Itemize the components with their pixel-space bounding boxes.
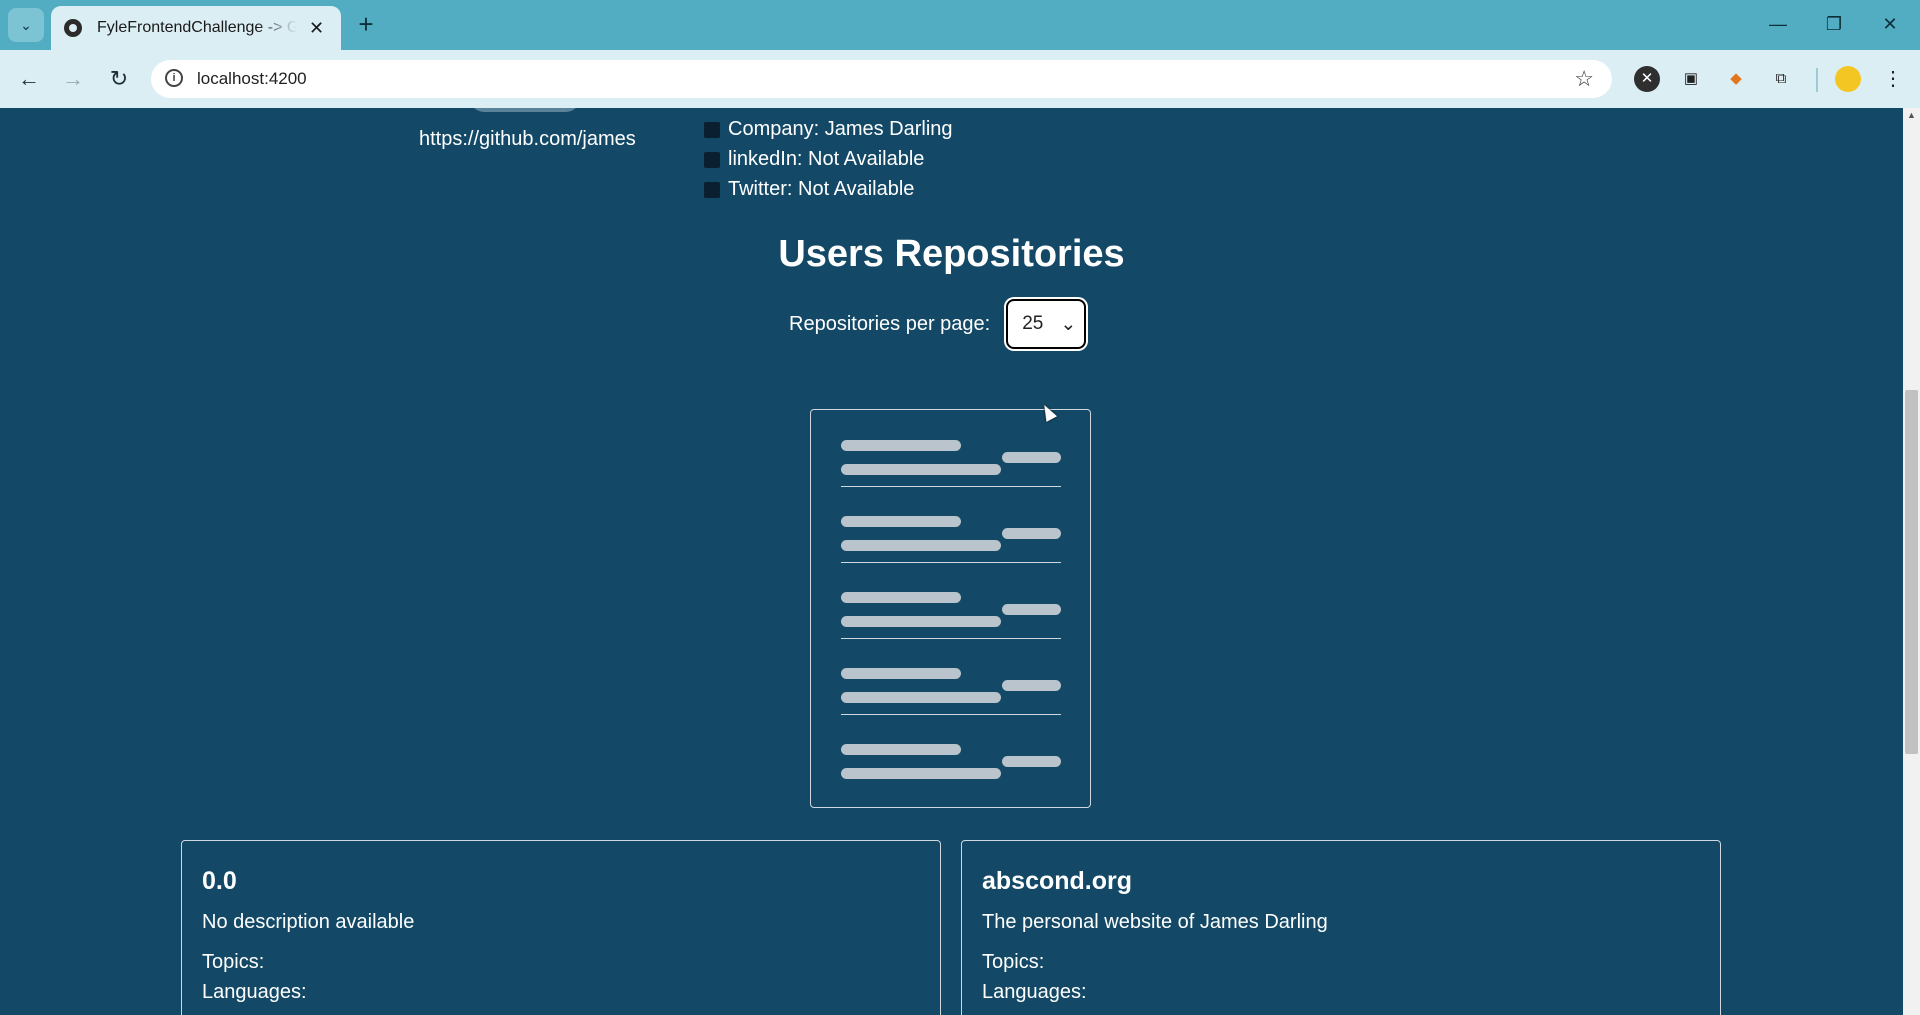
chevron-down-icon: ⌄	[20, 16, 32, 33]
repo-name[interactable]: 0.0	[202, 867, 237, 896]
repo-languages-label: Languages:	[202, 981, 307, 1003]
github-favicon-icon	[64, 19, 82, 37]
site-info-icon[interactable]: i	[165, 69, 183, 87]
per-page-label: Repositories per page:	[789, 312, 991, 335]
repo-description: No description available	[202, 911, 415, 933]
company-line: Company: James Darling	[704, 118, 953, 141]
skeleton-row	[841, 410, 1061, 487]
browser-titlebar: ⌄ FyleFrontendChallenge -> Github ✕ + — …	[0, 0, 1920, 50]
skeleton-row	[841, 486, 1061, 563]
repo-card[interactable]: abscond.org The personal website of Jame…	[961, 840, 1721, 1015]
reload-icon[interactable]: ↻	[104, 64, 134, 94]
browser-menu-icon[interactable]: ⋮	[1880, 66, 1906, 92]
skeleton-row	[841, 714, 1061, 790]
repo-description: The personal website of James Darling	[982, 911, 1328, 933]
skeleton-row	[841, 638, 1061, 715]
page-content: https://github.com/james Company: James …	[0, 108, 1903, 1015]
per-page-select[interactable]: 25 ⌄	[1006, 299, 1087, 349]
building-icon	[704, 121, 720, 138]
linkedin-text: linkedIn: Not Available	[728, 148, 925, 170]
repo-topics-label: Topics:	[202, 951, 265, 973]
skeleton-row	[841, 562, 1061, 639]
new-tab-button[interactable]: +	[352, 10, 380, 38]
tab-title: FyleFrontendChallenge -> Github	[97, 19, 297, 36]
repositories-heading: Users Repositories	[778, 233, 1125, 275]
twitter-line: Twitter: Not Available	[704, 178, 914, 201]
twitter-icon	[704, 181, 720, 198]
profile-github-url[interactable]: https://github.com/james	[419, 128, 636, 151]
metamask-fox-icon[interactable]: ◆	[1723, 66, 1749, 92]
address-bar-url[interactable]: localhost:4200	[197, 69, 307, 89]
toolbar-divider	[1816, 68, 1818, 92]
company-text: Company: James Darling	[728, 118, 953, 140]
repo-name[interactable]: abscond.org	[982, 867, 1132, 896]
repo-topics-label: Topics:	[982, 951, 1045, 973]
linkedin-line: linkedIn: Not Available	[704, 148, 924, 171]
minimize-button[interactable]: —	[1758, 10, 1798, 38]
chevron-down-icon: ⌄	[1060, 313, 1077, 335]
browser-tab-active[interactable]: FyleFrontendChallenge -> Github ✕	[51, 6, 341, 50]
per-page-value: 25	[1022, 313, 1044, 334]
avatar	[470, 108, 580, 112]
linkedin-icon	[704, 151, 720, 168]
per-page-control: Repositories per page: 25 ⌄	[789, 299, 1087, 349]
loading-skeleton	[810, 409, 1091, 808]
profile-avatar-icon[interactable]	[1835, 66, 1861, 92]
twitter-text: Twitter: Not Available	[728, 178, 915, 200]
scroll-up-arrow-icon[interactable]: ▲	[1905, 110, 1918, 124]
bookmark-star-icon[interactable]: ☆	[1574, 66, 1594, 92]
window-close-button[interactable]: ✕	[1870, 10, 1910, 38]
tab-close-icon[interactable]: ✕	[309, 18, 324, 39]
repo-card[interactable]: 0.0 No description available Topics: Lan…	[181, 840, 941, 1015]
x-extension-icon[interactable]: ✕	[1634, 66, 1660, 92]
address-bar[interactable]: i localhost:4200 ☆	[151, 60, 1612, 98]
restore-button[interactable]: ❐	[1814, 10, 1854, 38]
picture-in-picture-icon[interactable]: ▣	[1678, 66, 1704, 92]
back-arrow-icon[interactable]: ←	[14, 64, 44, 94]
repo-languages-label: Languages:	[982, 981, 1087, 1003]
extensions-puzzle-icon[interactable]: ⧉	[1768, 66, 1794, 92]
forward-arrow-icon[interactable]: →	[58, 64, 88, 94]
tab-search-button[interactable]: ⌄	[8, 8, 44, 42]
scrollbar-thumb[interactable]	[1905, 390, 1918, 754]
